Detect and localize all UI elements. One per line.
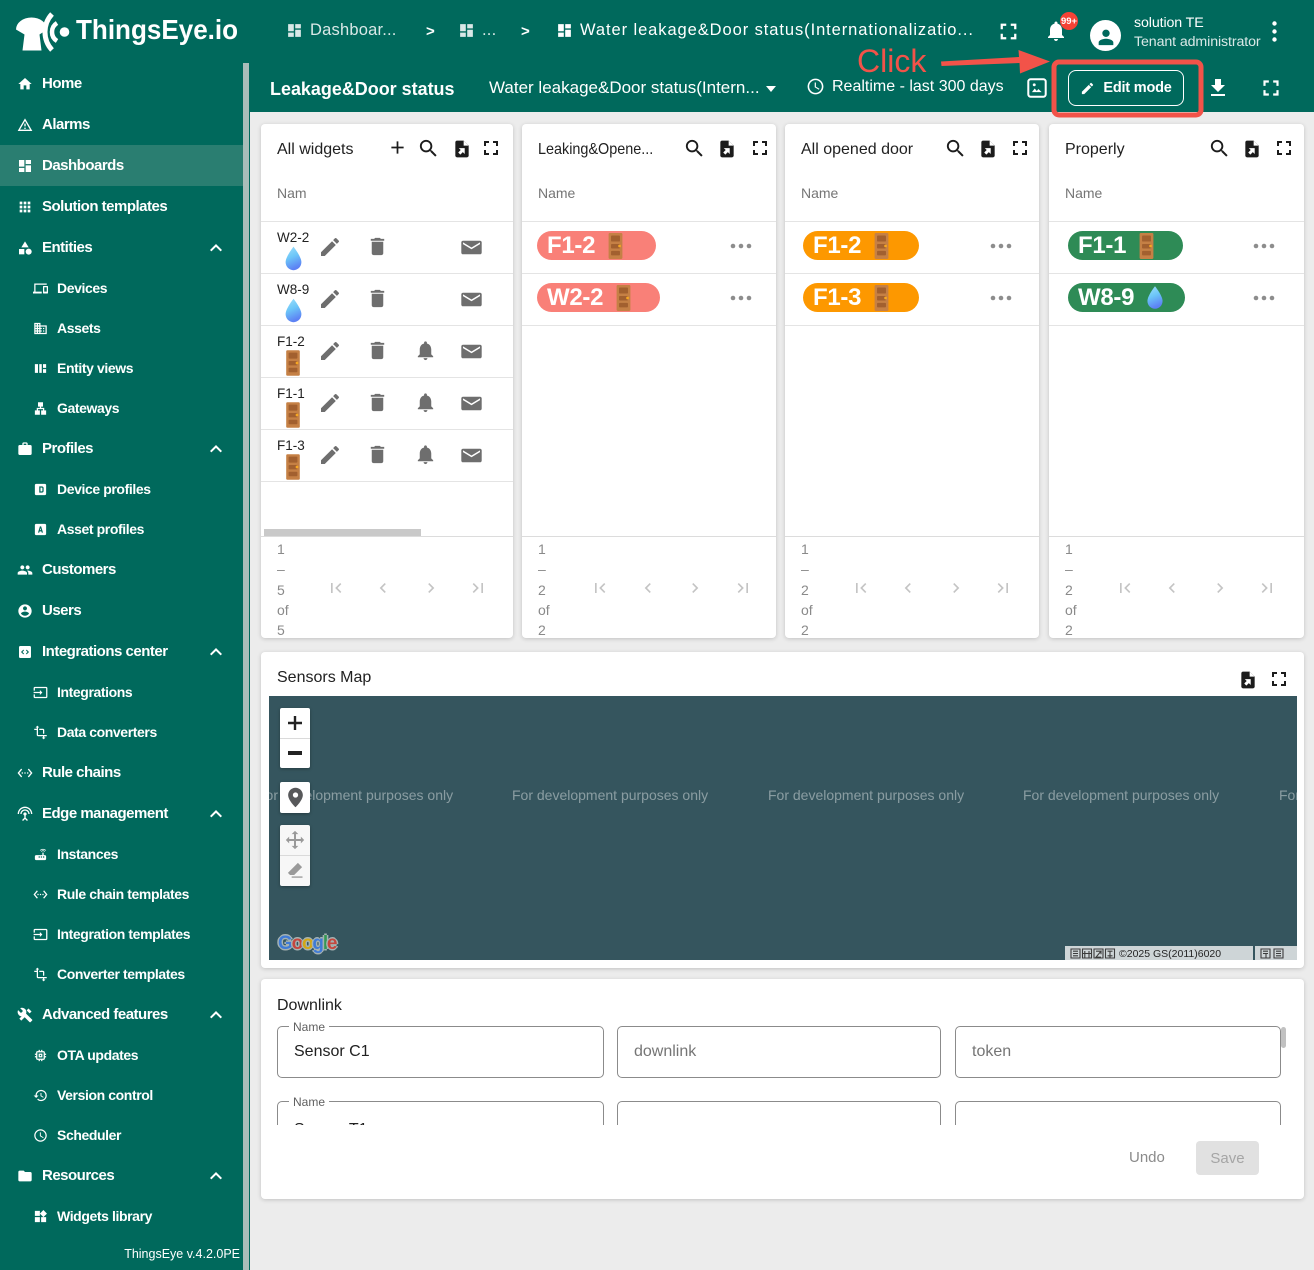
svg-text:©2025 GS(2011)6020: ©2025 GS(2011)6020 <box>1119 948 1221 959</box>
